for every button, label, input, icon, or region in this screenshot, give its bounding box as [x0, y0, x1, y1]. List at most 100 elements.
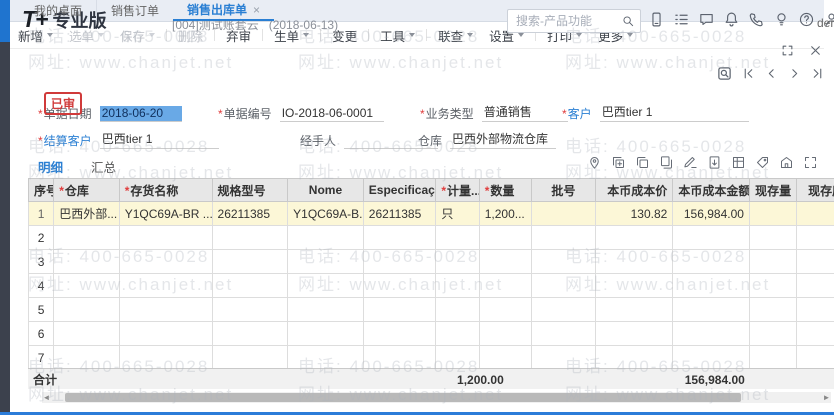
scrollbar-thumb[interactable]	[65, 393, 741, 402]
cell-item-name[interactable]: Y1QC69A-BR ...	[118, 201, 213, 226]
tab-sales-delivery-label: 销售出库单	[187, 3, 248, 17]
help-icon[interactable]	[798, 11, 815, 28]
field-settle-customer: *结算客户 巴西tier 1	[38, 131, 219, 149]
first-page-icon[interactable]	[742, 67, 755, 80]
grid-row-empty: 4	[28, 273, 834, 298]
export-doc-icon[interactable]	[707, 155, 722, 170]
col-seq[interactable]: 序号	[28, 178, 55, 202]
cell-especificacao[interactable]: 26211385	[362, 201, 437, 226]
total-amount: 156,984.00	[673, 368, 750, 389]
account-date: (2018-06-13)	[268, 18, 339, 32]
col-batch[interactable]: 批号	[531, 178, 596, 202]
field-warehouse: 仓库 巴西外部物流仓库	[418, 130, 557, 149]
cell-unit[interactable]: 只	[435, 201, 480, 226]
bill-date-input[interactable]: 2018-06-20	[99, 106, 182, 122]
cell-stock-qty[interactable]	[748, 201, 798, 226]
lamp-icon[interactable]	[773, 11, 790, 28]
scroll-right-icon[interactable]: ►	[822, 393, 831, 402]
customer-input[interactable]: 巴西tier 1	[599, 103, 749, 122]
cell-stock-extra[interactable]	[796, 201, 834, 226]
tab-close-icon[interactable]: ×	[253, 3, 260, 17]
topbar-icon-group	[648, 11, 834, 28]
location-pin-icon[interactable]	[587, 155, 602, 170]
layout-grid-icon[interactable]	[731, 155, 746, 170]
find-icon[interactable]	[717, 66, 732, 81]
record-nav-icons	[717, 66, 824, 81]
settle-customer-input[interactable]: 巴西tier 1	[99, 130, 219, 149]
grid-row-empty: 5	[28, 297, 834, 322]
col-cost-price[interactable]: 本币成本价	[594, 178, 674, 202]
next-page-icon[interactable]	[788, 67, 801, 80]
grid-toolbar-icons	[587, 155, 818, 170]
warehouse-label: 仓库	[418, 134, 443, 148]
replace-doc-icon[interactable]	[659, 155, 674, 170]
col-quantity[interactable]: *数量	[478, 178, 533, 202]
expand-icon[interactable]	[803, 155, 818, 170]
bill-no-input[interactable]: IO-2018-06-0001	[279, 106, 384, 122]
cell-spec[interactable]: 26211385	[211, 201, 289, 226]
task-list-icon[interactable]	[673, 11, 690, 28]
col-spec[interactable]: 规格型号	[211, 178, 289, 202]
fullscreen-icon[interactable]	[781, 44, 794, 57]
close-icon[interactable]	[809, 44, 822, 57]
insert-copy-icon[interactable]	[611, 155, 626, 170]
scroll-left-icon[interactable]: ◄	[42, 393, 51, 402]
biz-type-input[interactable]: 普通销售	[481, 103, 568, 122]
cell-batch[interactable]	[531, 201, 596, 226]
tag-icon[interactable]	[755, 155, 770, 170]
batch-edit-icon[interactable]	[683, 155, 698, 170]
toolbar-save-button[interactable]: 保存	[112, 26, 163, 45]
tab-sales-delivery[interactable]: 销售出库单 ×	[173, 0, 275, 21]
cell-seq: 1	[28, 201, 55, 226]
grid-row-empty: 6	[28, 321, 834, 346]
col-stock-qty[interactable]: 现存量	[748, 178, 798, 202]
col-cost-amount[interactable]: 本币成本金额	[672, 178, 750, 202]
cell-cost-price[interactable]: 130.82	[594, 201, 674, 226]
search-icon[interactable]	[621, 14, 635, 28]
cell-cost-amount[interactable]: 156,984.00	[672, 201, 750, 226]
search-input[interactable]	[508, 14, 621, 28]
watermark-text: 网址: www.chanjet.net	[28, 53, 234, 72]
detail-grid: 序号 *仓库 *存货名称 规格型号 Nome Especificação *计量…	[28, 178, 834, 368]
grid-row-empty: 3	[28, 249, 834, 274]
tabbar-corner-icons	[781, 44, 822, 57]
home-icon[interactable]	[779, 155, 794, 170]
biz-type-label: 业务类型	[425, 107, 474, 121]
watermark-text: 电话: 400-665-0028	[565, 137, 747, 156]
bill-no-label: 单据编号	[223, 107, 272, 121]
col-nome[interactable]: Nome	[287, 178, 364, 202]
app-window: 电话: 400-665-0028 电话: 400-665-0028 电话: 40…	[0, 0, 834, 415]
prev-page-icon[interactable]	[765, 67, 778, 80]
product-search[interactable]	[507, 9, 641, 33]
col-unit[interactable]: *计量...	[435, 178, 480, 202]
field-customer: *客户 巴西tier 1	[562, 104, 749, 122]
device-icon[interactable]	[648, 11, 665, 28]
customer-label-link[interactable]: 客户	[568, 107, 592, 121]
col-especificacao[interactable]: Especificação	[362, 178, 437, 202]
copy-icon[interactable]	[635, 155, 650, 170]
message-icon[interactable]	[698, 11, 715, 28]
col-stock-extra[interactable]: 现存库存	[796, 178, 834, 202]
col-item-name[interactable]: *存货名称	[118, 178, 213, 202]
phone-icon[interactable]	[748, 11, 765, 28]
cell-warehouse[interactable]: 巴西外部...	[53, 201, 120, 226]
grid-row-1[interactable]: 1 巴西外部... Y1QC69A-BR ... 26211385 Y1QC69…	[28, 201, 834, 226]
tab-sales-order[interactable]: 销售订单	[96, 0, 173, 21]
notification-bell-icon[interactable]	[723, 11, 740, 28]
username[interactable]: dem	[817, 16, 834, 30]
left-side-strip	[0, 42, 10, 415]
warehouse-input[interactable]: 巴西外部物流仓库	[450, 130, 557, 149]
toolbar-linkquery-button[interactable]: 联查	[430, 26, 481, 45]
grid-total-row: 合计 1,200.00 156,984.00	[28, 368, 834, 389]
col-warehouse[interactable]: *仓库	[53, 178, 120, 202]
total-label: 合计	[28, 368, 119, 389]
tab-my-desktop[interactable]: 我的桌面	[20, 0, 96, 21]
cell-quantity[interactable]: 1,200...	[478, 201, 533, 226]
grid-row-empty: 7	[28, 345, 834, 368]
toolbar-tools-button[interactable]: 工具	[372, 26, 423, 45]
last-page-icon[interactable]	[811, 67, 824, 80]
settle-customer-label-link[interactable]: 结算客户	[44, 134, 92, 148]
grid-header-row: 序号 *仓库 *存货名称 规格型号 Nome Especificação *计量…	[28, 178, 834, 202]
cell-nome[interactable]: Y1QC69A-B...	[287, 201, 364, 226]
horizontal-scrollbar[interactable]: ◄ ►	[42, 392, 831, 403]
